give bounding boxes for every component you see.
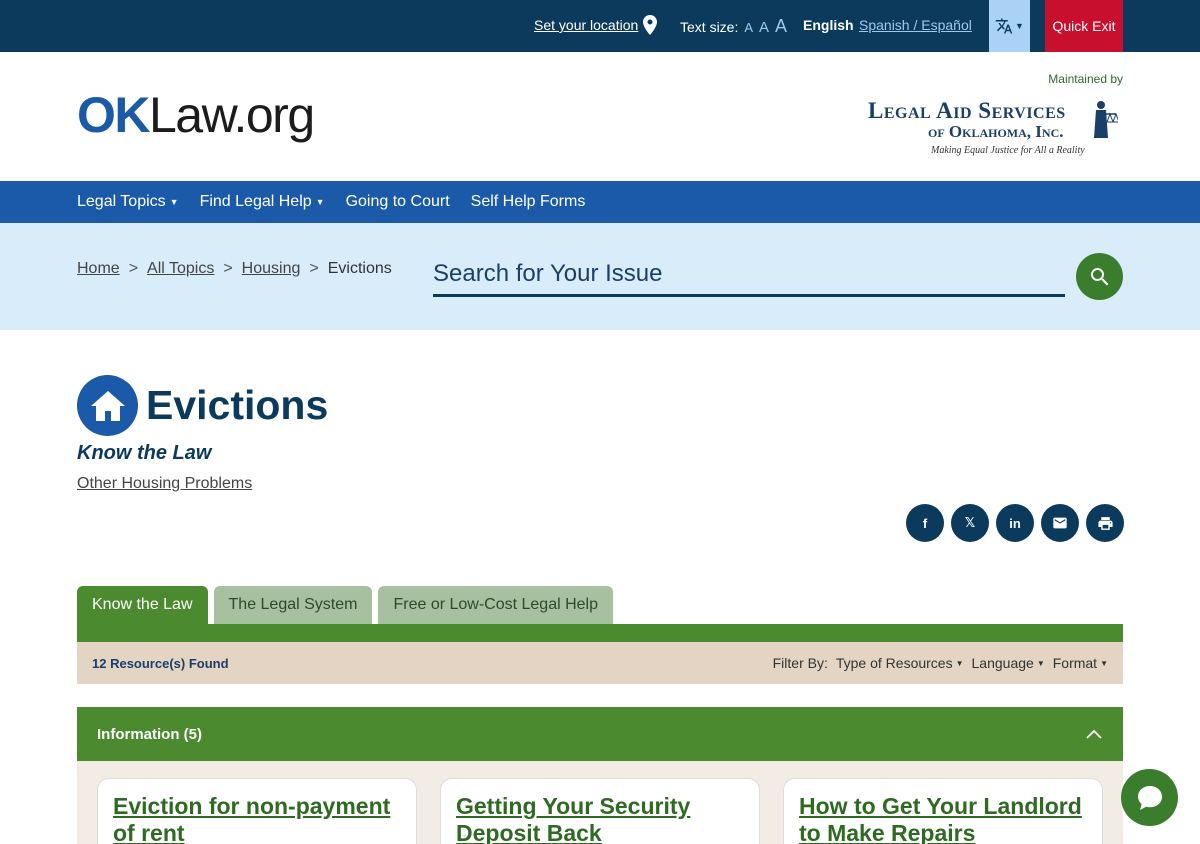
facebook-icon: f bbox=[922, 515, 928, 531]
x-icon: 𝕏 bbox=[964, 515, 976, 530]
tab-legal-help[interactable]: Free or Low-Cost Legal Help bbox=[378, 586, 614, 624]
chevron-down-icon: ▼ bbox=[169, 197, 179, 207]
text-size-label: Text size: bbox=[680, 19, 739, 35]
filter-controls: Filter By: Type of Resources ▼ Language ▼ … bbox=[773, 655, 1108, 671]
section-title: Information (5) bbox=[97, 725, 202, 743]
filter-format-label: Format bbox=[1052, 655, 1098, 671]
filter-label: Filter By: bbox=[772, 655, 828, 671]
translate-icon bbox=[995, 18, 1013, 34]
nav-label: Legal Topics bbox=[77, 193, 166, 210]
chevron-down-icon: ▼ bbox=[955, 658, 964, 668]
page-title-block: Evictions bbox=[77, 375, 328, 436]
breadcrumb-separator: > bbox=[223, 260, 233, 277]
facebook-share-button[interactable]: f bbox=[906, 504, 944, 542]
page-title: Evictions bbox=[146, 382, 329, 428]
chat-icon bbox=[1137, 785, 1162, 810]
resource-cards: Eviction for non-payment of rent Getting… bbox=[77, 761, 1123, 844]
filter-type-label: Type of Resources bbox=[835, 655, 953, 671]
email-share-button[interactable] bbox=[1041, 504, 1079, 542]
resource-card[interactable]: Getting Your Security Deposit Back bbox=[440, 778, 760, 844]
resource-card-title[interactable]: Getting Your Security Deposit Back bbox=[456, 793, 690, 844]
chevron-down-icon: ▼ bbox=[315, 197, 325, 207]
filter-bar: 12 Resource(s) Found Filter By: Type of … bbox=[77, 642, 1123, 684]
filter-format-dropdown[interactable]: Format ▼ bbox=[1053, 655, 1108, 671]
linkedin-icon: in bbox=[1009, 515, 1021, 531]
resource-card-title[interactable]: Eviction for non-payment of rent bbox=[113, 793, 390, 844]
logo-rest: Law.org bbox=[149, 87, 315, 143]
nav-label: Going to Court bbox=[345, 193, 450, 210]
search-button[interactable] bbox=[1076, 253, 1123, 300]
share-buttons: f 𝕏 in bbox=[906, 504, 1124, 542]
text-size-small-button[interactable]: A bbox=[744, 20, 753, 35]
filter-language-label: Language bbox=[971, 655, 1034, 671]
tab-legal-system[interactable]: The Legal System bbox=[213, 586, 373, 624]
nav-going-to-court[interactable]: Going to Court bbox=[346, 193, 450, 211]
quick-exit-button[interactable]: Quick Exit bbox=[1045, 0, 1123, 52]
set-location-link[interactable]: Set your location bbox=[534, 15, 658, 35]
partner-logo[interactable]: Legal Aid Services of Oklahoma, Inc. Mak… bbox=[868, 98, 1123, 162]
chat-button[interactable] bbox=[1121, 769, 1178, 826]
resource-count: 12 Resource(s) Found bbox=[92, 655, 229, 671]
breadcrumb-housing[interactable]: Housing bbox=[242, 260, 301, 278]
site-header: OKLaw.org Maintained by Legal Aid Servic… bbox=[0, 52, 1200, 181]
justice-figure-icon bbox=[1094, 101, 1118, 138]
search-icon bbox=[1090, 267, 1108, 285]
house-icon bbox=[77, 375, 138, 436]
set-location-label: Set your location bbox=[534, 17, 639, 33]
linkedin-share-button[interactable]: in bbox=[996, 504, 1034, 542]
nav-legal-topics[interactable]: Legal Topics ▼ bbox=[77, 193, 179, 211]
page-subtitle: Know the Law bbox=[77, 442, 212, 464]
nav-label: Find Legal Help bbox=[199, 193, 312, 210]
breadcrumb: Home > All Topics > Housing > Evictions bbox=[77, 260, 392, 278]
chevron-down-icon: ▼ bbox=[1100, 658, 1108, 668]
chevron-up-icon bbox=[1086, 729, 1102, 739]
chevron-down-icon: ▼ bbox=[1036, 658, 1045, 668]
email-icon bbox=[1053, 517, 1067, 529]
filter-type-dropdown[interactable]: Type of Resources ▼ bbox=[836, 655, 964, 671]
resource-card[interactable]: Eviction for non-payment of rent bbox=[97, 778, 417, 844]
nav-self-help-forms[interactable]: Self Help Forms bbox=[471, 193, 586, 211]
text-size-medium-button[interactable]: A bbox=[759, 19, 769, 36]
tab-know-the-law[interactable]: Know the Law bbox=[77, 586, 208, 624]
print-button[interactable] bbox=[1086, 504, 1124, 542]
language-english: English bbox=[803, 17, 854, 33]
breadcrumb-all-topics[interactable]: All Topics bbox=[147, 260, 214, 278]
information-accordion-header[interactable]: Information (5) bbox=[77, 707, 1123, 761]
breadcrumb-separator: > bbox=[309, 260, 319, 277]
chevron-down-icon: ▼ bbox=[1015, 21, 1024, 31]
search-band: Home > All Topics > Housing > Evictions … bbox=[0, 223, 1200, 330]
resource-tabs: Know the Law The Legal System Free or Lo… bbox=[77, 586, 614, 624]
nav-find-legal-help[interactable]: Find Legal Help ▼ bbox=[200, 193, 325, 211]
partner-tagline: Making Equal Justice for All a Reality bbox=[931, 145, 1085, 156]
utility-bar: Set your location Text size: A A A Engli… bbox=[0, 0, 1200, 52]
map-pin-icon bbox=[643, 15, 658, 35]
text-size-large-button[interactable]: A bbox=[775, 16, 787, 37]
logo-ok: OK bbox=[77, 87, 151, 143]
resource-card-title[interactable]: How to Get Your Landlord to Make Repairs bbox=[799, 793, 1082, 844]
breadcrumb-home[interactable]: Home bbox=[77, 260, 120, 278]
partner-name-line1: Legal Aid Services bbox=[868, 98, 1066, 123]
resource-card[interactable]: How to Get Your Landlord to Make Repairs bbox=[783, 778, 1103, 844]
tab-underline bbox=[77, 624, 1123, 642]
maintained-by-label: Maintained by bbox=[1048, 72, 1123, 86]
x-share-button[interactable]: 𝕏 bbox=[951, 504, 989, 542]
text-size-control: Text size: A A A bbox=[680, 16, 787, 37]
nav-label: Self Help Forms bbox=[470, 193, 586, 210]
other-housing-problems-link[interactable]: Other Housing Problems bbox=[77, 475, 252, 493]
breadcrumb-current: Evictions bbox=[327, 260, 392, 277]
translate-dropdown-button[interactable]: ▼ bbox=[989, 0, 1030, 52]
language-spanish-link[interactable]: Spanish / Español bbox=[859, 17, 972, 33]
partner-name-line2: of Oklahoma, Inc. bbox=[928, 122, 1064, 141]
main-navigation: Legal Topics ▼ Find Legal Help ▼ Going t… bbox=[0, 181, 1200, 223]
breadcrumb-separator: > bbox=[128, 260, 139, 277]
site-logo[interactable]: OKLaw.org bbox=[77, 86, 315, 144]
filter-language-dropdown[interactable]: Language ▼ bbox=[972, 655, 1045, 671]
print-icon bbox=[1097, 516, 1113, 530]
search-input[interactable]: Search for Your Issue bbox=[433, 257, 1065, 297]
